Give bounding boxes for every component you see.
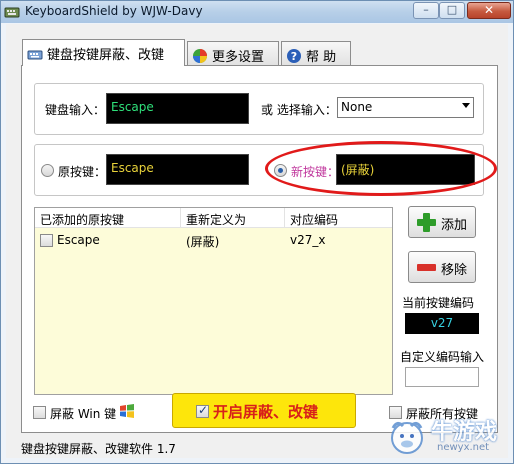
column-divider[interactable] bbox=[180, 208, 181, 228]
maximize-button[interactable]: □ bbox=[439, 2, 465, 19]
remove-button-label: 移除 bbox=[441, 263, 468, 278]
windows-logo-icon bbox=[120, 404, 134, 418]
select-value: None bbox=[341, 100, 373, 114]
block-win-key-checkbox[interactable] bbox=[33, 406, 46, 419]
tab-label: 更多设置 bbox=[212, 50, 265, 65]
new-key-radio[interactable] bbox=[274, 164, 287, 177]
original-key-radio[interactable] bbox=[41, 164, 54, 177]
row-code: v27_x bbox=[290, 233, 326, 247]
original-key-field[interactable]: Escape bbox=[106, 154, 249, 185]
close-button[interactable]: ✕ bbox=[467, 2, 511, 19]
keyboard-input-field[interactable]: Escape bbox=[106, 93, 249, 124]
row-remap: (屏蔽) bbox=[186, 235, 220, 249]
app-shield-icon bbox=[4, 7, 20, 18]
tab-label: 键盘按键屏蔽、改键 bbox=[47, 48, 165, 63]
tab-more-settings[interactable]: 更多设置 bbox=[187, 41, 279, 65]
select-input-label: 或 选择输入： bbox=[261, 103, 337, 117]
added-keys-list[interactable]: 已添加的原按键 重新定义为 对应编码 Escape (屏蔽) v27_x bbox=[34, 207, 393, 395]
minus-icon bbox=[417, 264, 436, 271]
add-button[interactable]: 添加 bbox=[408, 206, 476, 238]
title-bar[interactable]: KeyboardShield by WJW-Davy – □ ✕ bbox=[1, 1, 513, 23]
plus-icon bbox=[417, 213, 436, 232]
custom-code-label: 自定义编码输入 bbox=[400, 350, 485, 364]
window-title: KeyboardShield by WJW-Davy bbox=[25, 4, 203, 18]
list-item[interactable]: Escape (屏蔽) v27_x bbox=[35, 230, 392, 250]
help-icon: ? bbox=[287, 49, 301, 63]
svg-text:?: ? bbox=[291, 50, 297, 63]
watermark-site: newyx.net bbox=[437, 442, 490, 453]
enable-blocking-label: 开启屏蔽、改键 bbox=[213, 403, 319, 421]
bull-logo-icon bbox=[391, 421, 423, 454]
block-win-key-label: 屏蔽 Win 键 bbox=[50, 407, 117, 421]
tab-label: 帮 助 bbox=[306, 50, 337, 65]
column-header-remap[interactable]: 重新定义为 bbox=[186, 211, 246, 228]
column-header-code[interactable]: 对应编码 bbox=[290, 211, 338, 228]
add-button-label: 添加 bbox=[441, 218, 468, 233]
list-header: 已添加的原按键 重新定义为 对应编码 bbox=[35, 208, 392, 228]
new-key-label: 新按键： bbox=[291, 165, 340, 179]
keyboard-icon bbox=[27, 50, 43, 60]
custom-code-input[interactable] bbox=[405, 367, 479, 387]
current-code-label: 当前按键编码 bbox=[402, 296, 475, 310]
chevron-down-icon bbox=[462, 103, 470, 108]
status-bar-text: 键盘按键屏蔽、改键软件 1.7 bbox=[21, 442, 176, 456]
column-divider[interactable] bbox=[284, 208, 285, 228]
tab-help[interactable]: ? 帮 助 bbox=[281, 41, 351, 65]
remove-button[interactable]: 移除 bbox=[408, 251, 476, 283]
tab-keyboard-remap[interactable]: 键盘按键屏蔽、改键 bbox=[22, 39, 185, 66]
enable-blocking-button[interactable]: 开启屏蔽、改键 bbox=[172, 393, 356, 428]
row-checkbox[interactable] bbox=[40, 234, 53, 247]
current-code-field: v27 bbox=[405, 313, 479, 334]
column-header-original-key[interactable]: 已添加的原按键 bbox=[40, 211, 124, 228]
row-original-key: Escape bbox=[57, 233, 100, 247]
select-input-dropdown[interactable]: None bbox=[337, 97, 474, 118]
keyboard-input-label: 键盘输入： bbox=[45, 103, 106, 117]
minimize-button[interactable]: – bbox=[413, 2, 439, 19]
site-watermark: 牛游戏 newyx.net bbox=[383, 412, 511, 460]
enable-blocking-checkbox[interactable] bbox=[196, 403, 209, 418]
original-key-label: 原按键： bbox=[58, 165, 107, 179]
settings-ball-icon bbox=[193, 49, 207, 63]
new-key-field[interactable]: (屏蔽) bbox=[336, 154, 475, 185]
